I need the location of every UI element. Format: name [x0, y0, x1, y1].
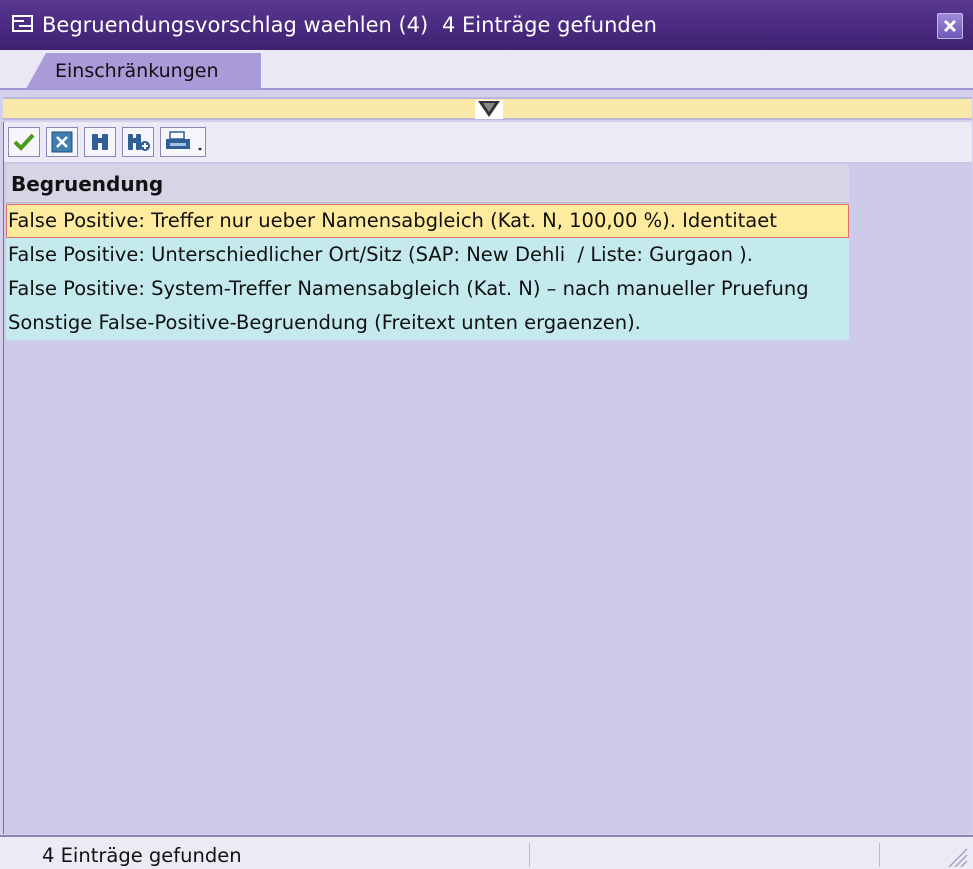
cancel-icon — [51, 131, 73, 153]
close-button[interactable] — [937, 13, 963, 39]
row-text: False Positive: System-Treffer Namensabg… — [8, 277, 809, 300]
find-next-button[interactable] — [122, 127, 154, 157]
status-divider — [529, 843, 530, 867]
column-header-label: Begruendung — [11, 172, 164, 196]
collapse-arrow-icon — [478, 101, 500, 117]
table-row[interactable]: Sonstige False-Positive-Begruendung (Fre… — [6, 306, 849, 340]
title-bar: Begruendungsvorschlag waehlen (4) 4 Eint… — [0, 0, 973, 50]
tab-label: Einschränkungen — [55, 60, 219, 82]
tab-strip: Einschränkungen — [0, 50, 973, 90]
status-divider — [879, 843, 880, 867]
print-button[interactable] — [160, 127, 206, 157]
tab-restrictions[interactable]: Einschränkungen — [26, 53, 261, 89]
row-text: False Positive: Unterschiedlicher Ort/Si… — [8, 243, 753, 266]
row-text: Sonstige False-Positive-Begruendung (Fre… — [8, 311, 641, 334]
find-button[interactable] — [84, 127, 116, 157]
content-area: Begruendung False Positive: Treffer nur … — [3, 122, 972, 834]
status-bar: 4 Einträge gefunden — [0, 835, 973, 869]
table-row[interactable]: False Positive: Treffer nur ueber Namens… — [6, 204, 849, 238]
column-header-begruendung[interactable]: Begruendung — [6, 164, 849, 203]
close-icon — [943, 19, 957, 33]
cancel-button[interactable] — [46, 127, 78, 157]
toolbar — [4, 122, 972, 163]
status-text: 4 Einträge gefunden — [42, 844, 242, 867]
table-row[interactable]: False Positive: Unterschiedlicher Ort/Si… — [6, 238, 849, 272]
print-icon — [166, 131, 202, 151]
table-row[interactable]: False Positive: System-Treffer Namensabg… — [6, 272, 849, 306]
splitter-bar[interactable] — [3, 97, 972, 120]
window-title: Begruendungsvorschlag waehlen (4) — [42, 13, 429, 37]
collapse-handle[interactable] — [475, 100, 503, 119]
window-info: 4 Einträge gefunden — [442, 13, 657, 37]
row-text: False Positive: Treffer nur ueber Namens… — [8, 209, 777, 232]
checkmark-icon — [13, 133, 35, 151]
window-menu-icon[interactable] — [12, 15, 34, 33]
find-next-icon — [128, 134, 150, 151]
find-icon — [92, 134, 108, 150]
confirm-button[interactable] — [8, 127, 40, 157]
resize-grip-icon[interactable] — [941, 843, 969, 867]
